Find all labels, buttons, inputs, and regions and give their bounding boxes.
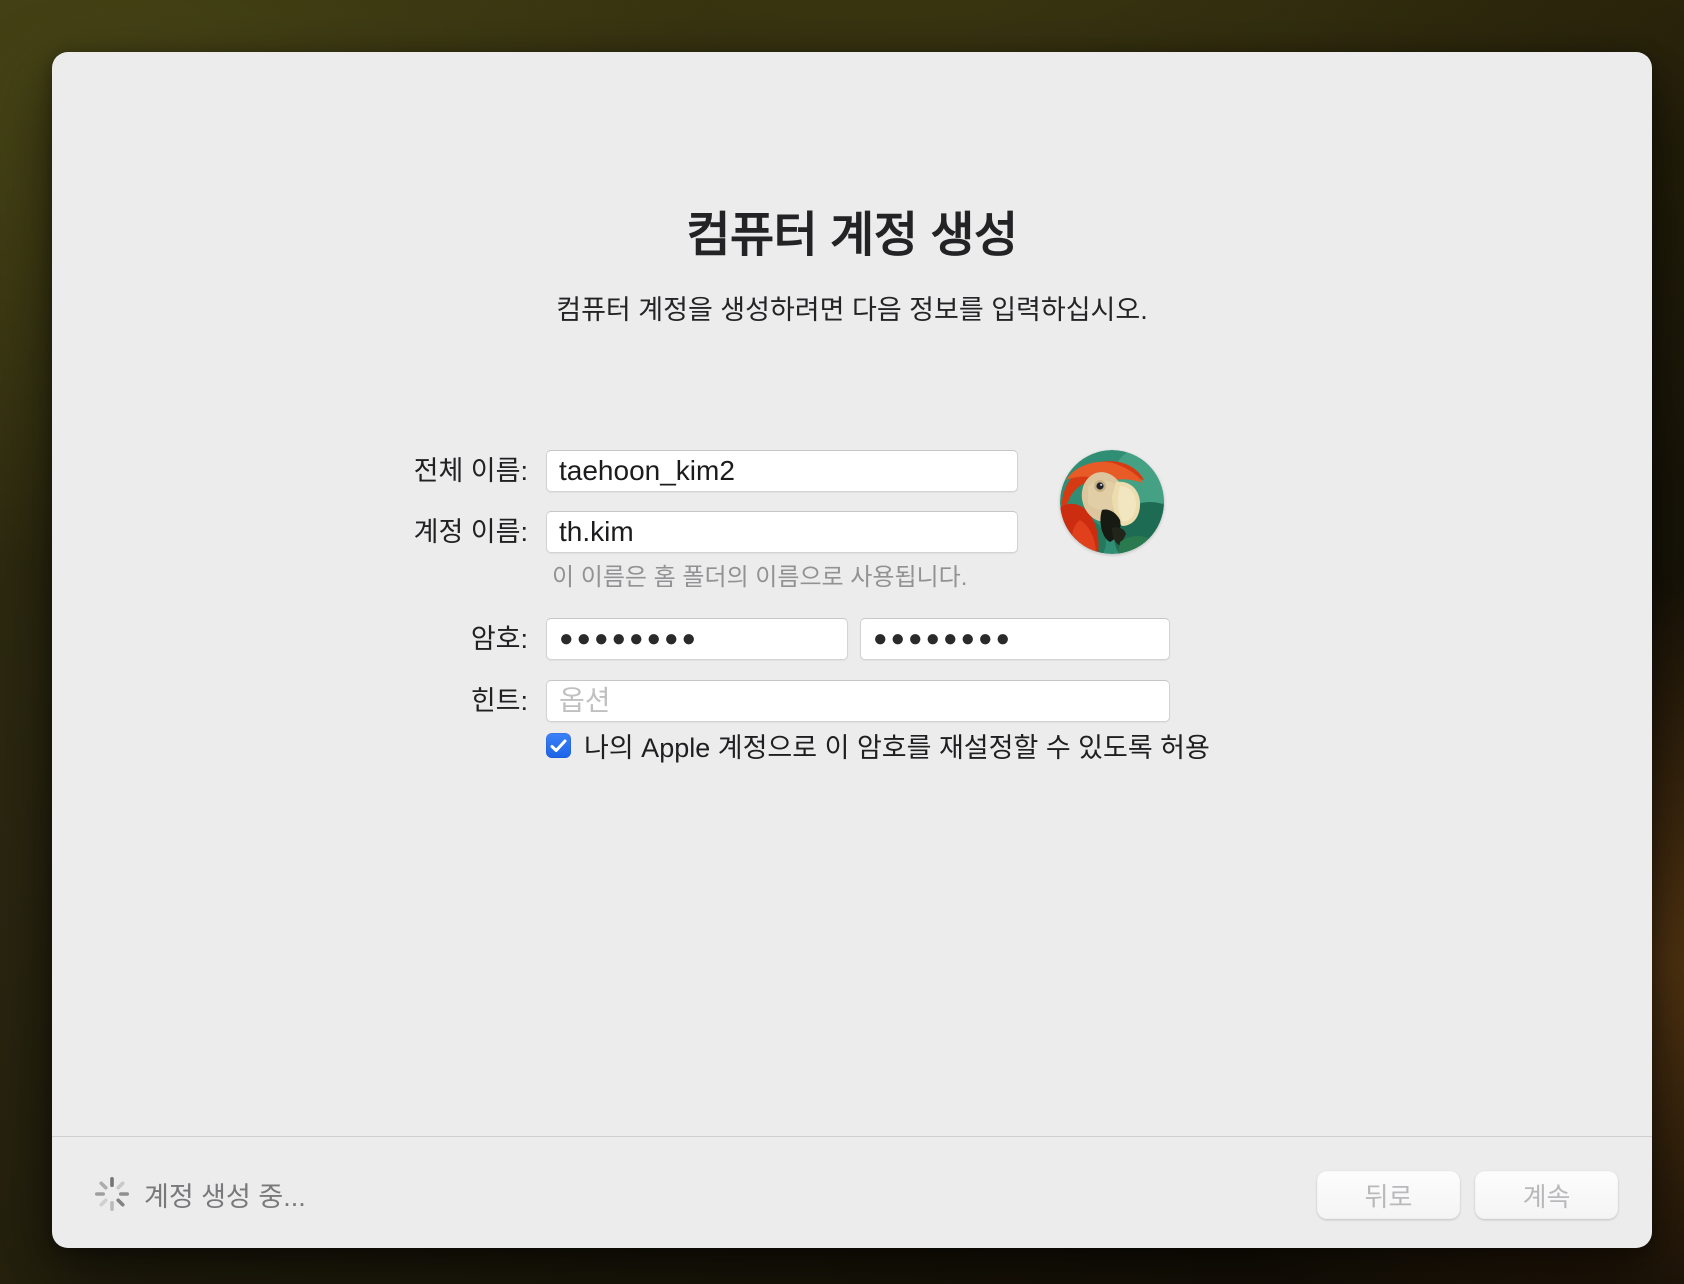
page-subtitle: 컴퓨터 계정을 생성하려면 다음 정보를 입력하십시오. xyxy=(52,288,1652,327)
allow-apple-id-reset-label: 나의 Apple 계정으로 이 암호를 재설정할 수 있도록 허용 xyxy=(584,726,1210,765)
allow-apple-id-reset-checkbox[interactable] xyxy=(546,733,571,758)
full-name-input[interactable] xyxy=(546,450,1018,492)
account-name-label: 계정 이름: xyxy=(228,511,528,553)
continue-button[interactable]: 계속 xyxy=(1475,1171,1618,1219)
password-label: 암호: xyxy=(228,618,528,660)
allow-apple-id-reset-row: 나의 Apple 계정으로 이 암호를 재설정할 수 있도록 허용 xyxy=(546,726,1210,765)
page-title: 컴퓨터 계정 생성 xyxy=(52,195,1652,265)
hint-label: 힌트: xyxy=(228,680,528,722)
full-name-label: 전체 이름: xyxy=(228,450,528,492)
verify-password-input[interactable] xyxy=(860,618,1170,660)
account-name-input[interactable] xyxy=(546,511,1018,553)
progress-spinner-icon xyxy=(92,1174,132,1214)
user-avatar[interactable] xyxy=(1060,450,1164,554)
status-text: 계정 생성 중... xyxy=(144,1175,306,1214)
account-name-helper: 이 이름은 홈 폴더의 이름으로 사용됩니다. xyxy=(552,557,967,592)
back-button[interactable]: 뒤로 xyxy=(1317,1171,1460,1219)
password-input[interactable] xyxy=(546,618,848,660)
checkmark-icon xyxy=(550,739,567,753)
status-area: 계정 생성 중... xyxy=(92,1172,306,1216)
parrot-avatar-image xyxy=(1060,450,1164,554)
setup-assistant-window: 컴퓨터 계정 생성 컴퓨터 계정을 생성하려면 다음 정보를 입력하십시오. 전… xyxy=(52,52,1652,1248)
footer-divider xyxy=(52,1136,1652,1137)
hint-input[interactable] xyxy=(546,680,1170,722)
